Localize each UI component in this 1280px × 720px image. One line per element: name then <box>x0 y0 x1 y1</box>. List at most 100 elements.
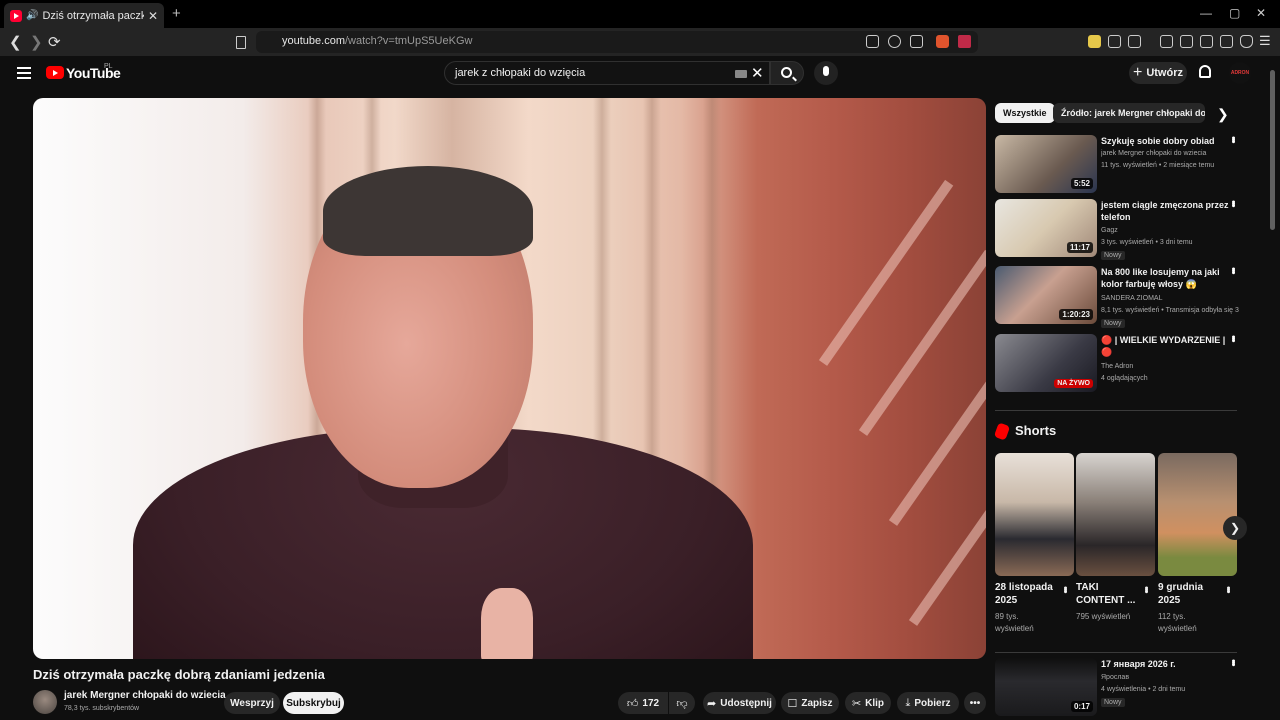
close-window-button[interactable]: ✕ <box>1256 6 1266 20</box>
shorts-logo-icon <box>993 422 1011 441</box>
keyboard-icon[interactable] <box>735 70 747 78</box>
recommendation-title[interactable]: Na 800 like losujemy na jaki kolor farbu… <box>1101 266 1231 290</box>
recommendation-item[interactable]: 11:17 jestem ciągle zmęczona przez telef… <box>995 199 1240 261</box>
recommendation-channel: SANDERA ZIOMAL <box>1101 295 1163 302</box>
speaker-icon[interactable]: 🔊 <box>26 10 38 21</box>
media-icon[interactable] <box>1160 35 1173 48</box>
tab-close-icon[interactable]: ✕ <box>148 9 158 23</box>
recommendation-title[interactable]: Szykuję sobie dobry obiad <box>1101 135 1231 147</box>
dislike-button[interactable]: 👎︎ <box>669 692 695 714</box>
clip-label: Klip <box>865 697 885 709</box>
browser-tab[interactable]: 🔊 Dziś otrzymała paczkę dobrą ✕ <box>4 3 164 28</box>
subscribe-button[interactable]: Subskrybuj <box>283 692 344 714</box>
more-vertical-icon[interactable]: ••• <box>1227 267 1239 273</box>
open-external-icon[interactable] <box>866 35 879 48</box>
recommendation-title[interactable]: 17 января 2026 г. <box>1101 658 1231 670</box>
more-vertical-icon[interactable]: ••• <box>1059 586 1071 592</box>
video-thumbnail[interactable]: 1:20:23 <box>995 266 1097 324</box>
chevron-right-icon[interactable]: ❯ <box>1217 106 1229 123</box>
more-vertical-icon[interactable]: ••• <box>1140 586 1152 592</box>
channel-name[interactable]: jarek Mergner chłopaki do wziecia <box>64 690 226 701</box>
short-title[interactable]: 9 grudnia 2025 <box>1158 581 1218 607</box>
subscriber-count: 78,3 tys. subskrybentów <box>64 705 140 712</box>
like-count: 172 <box>642 697 660 709</box>
short-thumbnail[interactable] <box>995 453 1074 576</box>
page-scrollbar[interactable] <box>1270 70 1275 230</box>
wallet-icon[interactable] <box>1200 35 1213 48</box>
recommendation-meta: 3 tys. wyświetleń • 3 dni temu <box>1101 239 1193 246</box>
save-label: Zapisz <box>801 697 833 709</box>
more-vertical-icon[interactable]: ••• <box>1227 136 1239 142</box>
screenshot-icon[interactable] <box>1128 35 1141 48</box>
back-icon[interactable]: ❮ <box>9 33 22 51</box>
reload-icon[interactable]: ⟳ <box>48 33 61 51</box>
hamburger-menu-icon[interactable] <box>17 67 31 79</box>
recommendation-item[interactable]: 5:52 Szykuję sobie dobry obiad jarek Mer… <box>995 135 1240 197</box>
short-title[interactable]: TAKI CONTENT ... <box>1076 581 1136 607</box>
brave-rewards-icon[interactable] <box>958 35 971 48</box>
live-badge: NA ŻYWO <box>1054 379 1093 388</box>
chip-all[interactable]: Wszystkie <box>995 103 1055 123</box>
video-player[interactable] <box>33 98 986 659</box>
clear-search-icon[interactable]: ✕ <box>751 64 764 82</box>
like-button[interactable]: 👍︎ 172 <box>618 692 668 714</box>
shorts-next-button[interactable]: ❯ <box>1223 516 1247 540</box>
vpn-shield-icon[interactable] <box>1240 35 1253 48</box>
video-thumbnail[interactable]: 0:17 <box>995 658 1097 716</box>
recommendation-channel: Gagz <box>1101 227 1118 234</box>
save-button[interactable]: ☐ Zapisz <box>781 692 839 714</box>
tab-title: Dziś otrzymała paczkę dobrą <box>42 9 144 22</box>
download-button[interactable]: ⤓ Pobierz <box>897 692 959 714</box>
recommendation-meta: 11 tys. wyświetleń • 2 miesiące temu <box>1101 162 1215 169</box>
search-input[interactable]: jarek z chłopaki do wzięcia ✕ <box>444 61 770 85</box>
more-vertical-icon[interactable]: ••• <box>1227 335 1239 341</box>
zoom-icon[interactable] <box>888 35 901 48</box>
brave-shield-icon[interactable] <box>936 35 949 48</box>
short-thumbnail[interactable] <box>1076 453 1155 576</box>
restore-button[interactable]: ▢ <box>1229 6 1240 20</box>
share-button[interactable]: ➦ Udostępnij <box>703 692 776 714</box>
minimize-button[interactable]: — <box>1200 6 1212 20</box>
recommendation-item[interactable]: NA ŻYWO 🔴 | WIELKIE WYDARZENIE | 🔴 The A… <box>995 334 1240 396</box>
browser-menu-icon[interactable]: ☰ <box>1259 33 1271 49</box>
new-tab-button[interactable]: + <box>172 5 181 22</box>
short-views: 89 tys. wyświetleń <box>995 612 1034 633</box>
extension-icon[interactable] <box>1088 35 1101 48</box>
download-icon: ⤓ <box>905 696 911 709</box>
notifications-bell-icon[interactable] <box>1199 65 1211 78</box>
section-divider <box>995 652 1237 653</box>
video-thumbnail[interactable]: 11:17 <box>995 199 1097 257</box>
clip-button[interactable]: ✂ Klip <box>845 692 891 714</box>
microphone-icon <box>823 66 829 76</box>
section-divider <box>995 410 1237 411</box>
short-title[interactable]: 28 listopada 2025 <box>995 581 1055 607</box>
video-thumbnail[interactable]: NA ŻYWO <box>995 334 1097 392</box>
more-actions-button[interactable]: ••• <box>964 692 986 714</box>
more-vertical-icon[interactable]: ••• <box>1227 659 1239 665</box>
channel-avatar[interactable] <box>33 690 57 714</box>
voice-search-button[interactable] <box>814 61 838 85</box>
recommendation-title[interactable]: jestem ciągle zmęczona przez telefon <box>1101 199 1231 223</box>
bookmark-icon[interactable] <box>236 36 246 49</box>
forward-icon[interactable]: ❯ <box>30 33 43 51</box>
video-thumbnail[interactable]: 5:52 <box>995 135 1097 193</box>
short-thumbnail[interactable] <box>1158 453 1237 576</box>
bookmark-save-icon: ☐ <box>787 697 798 710</box>
recommendation-channel: The Adron <box>1101 363 1134 370</box>
join-button[interactable]: Wesprzyj <box>224 692 280 714</box>
recommendation-item[interactable]: 1:20:23 Na 800 like losujemy na jaki kol… <box>995 266 1240 328</box>
youtube-logo-icon[interactable] <box>46 66 64 79</box>
create-button[interactable]: + Utwórz <box>1129 62 1187 84</box>
search-button[interactable] <box>770 61 804 85</box>
account-avatar[interactable]: ADRON <box>1229 62 1251 84</box>
puzzle-extensions-icon[interactable] <box>1108 35 1121 48</box>
recommendation-title[interactable]: 🔴 | WIELKIE WYDARZENIE | 🔴 <box>1101 334 1231 358</box>
share-page-icon[interactable] <box>910 35 923 48</box>
recommendation-item[interactable]: 0:17 17 января 2026 г. Ярослав 4 wyświet… <box>995 658 1240 720</box>
video-title: Dziś otrzymała paczkę dobrą zdaniami jed… <box>33 667 325 682</box>
more-vertical-icon[interactable]: ••• <box>1222 586 1234 592</box>
more-vertical-icon[interactable]: ••• <box>1227 200 1239 206</box>
chip-source[interactable]: Źródło: jarek Mergner chłopaki do wzięci… <box>1053 103 1205 123</box>
leo-ai-icon[interactable] <box>1220 35 1233 48</box>
sidebar-toggle-icon[interactable] <box>1180 35 1193 48</box>
